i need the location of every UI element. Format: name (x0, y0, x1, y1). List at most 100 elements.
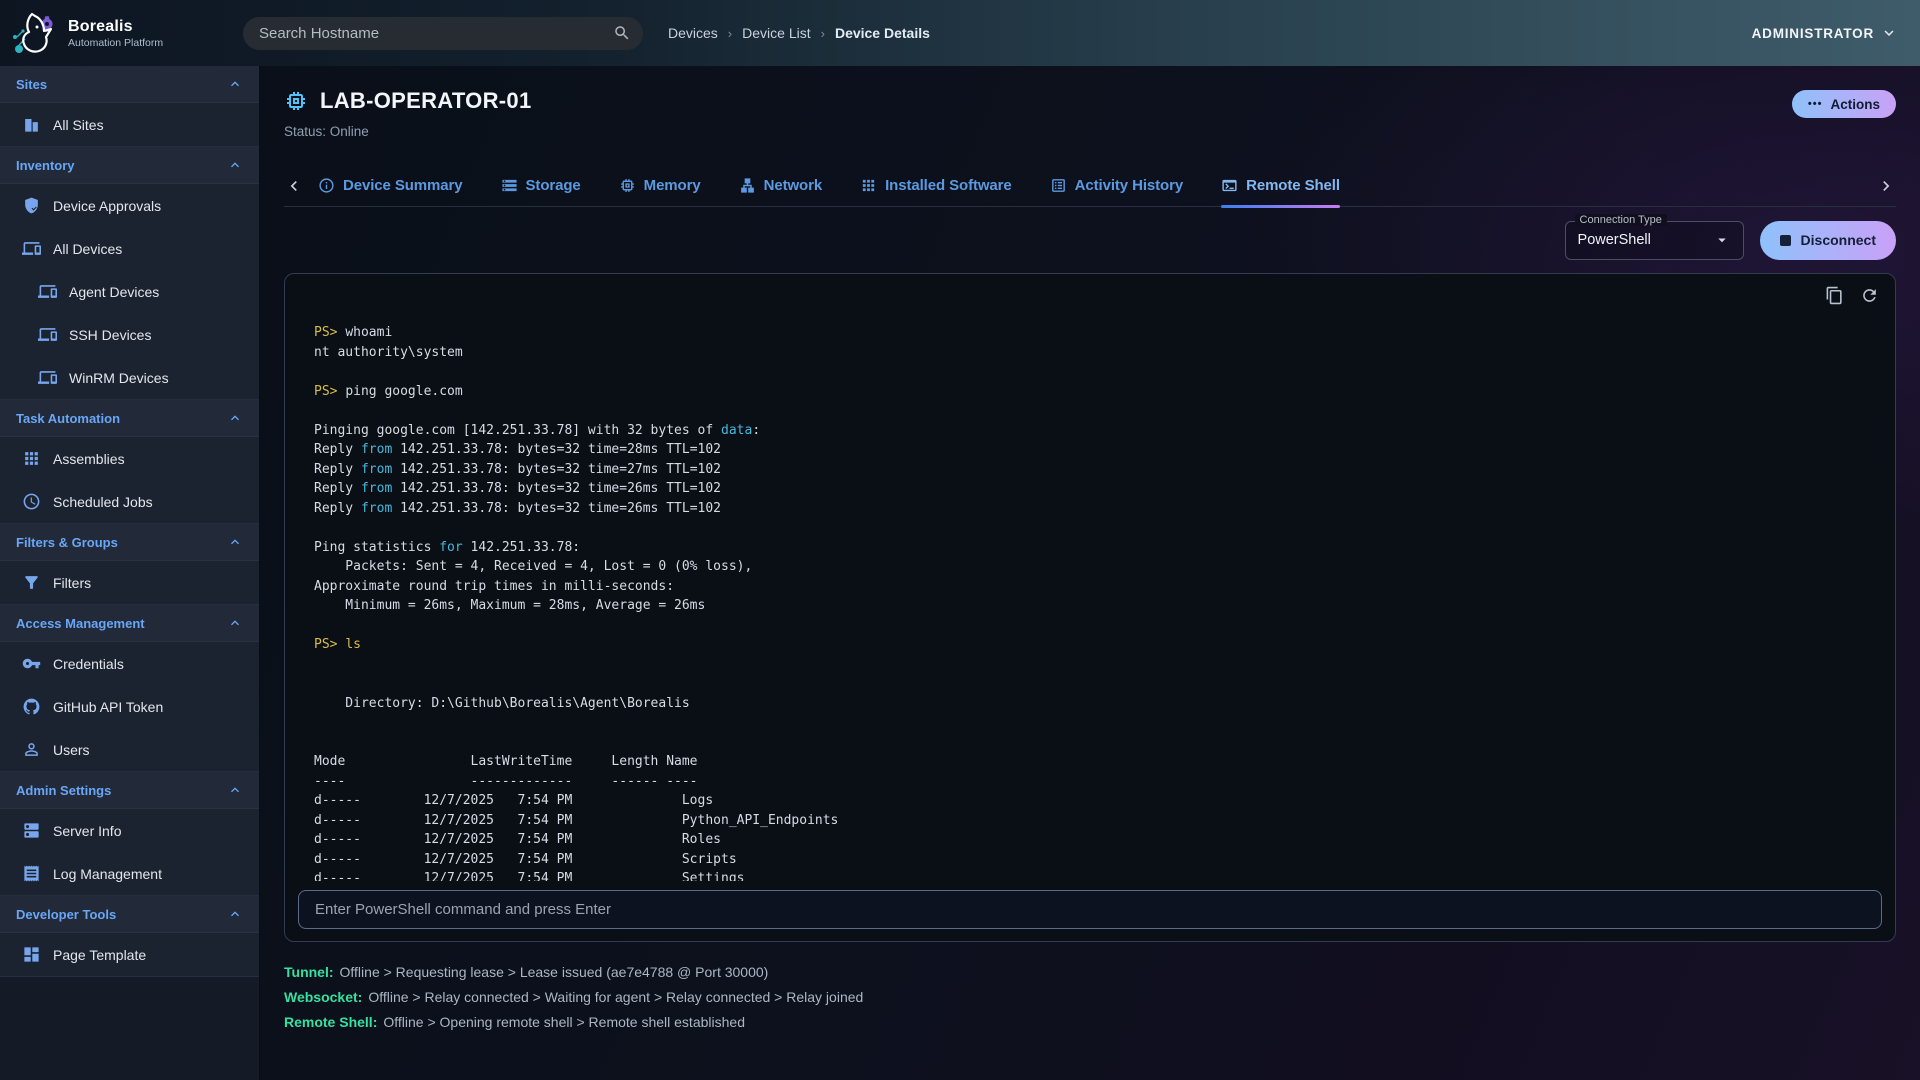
top-header: Borealis Automation Platform Devices › Dev… (0, 0, 1920, 66)
terminal-line: Reply from 142.251.33.78: bytes=32 time=… (314, 460, 1866, 480)
terminal-line: PS> ls (314, 635, 1866, 655)
sidebar-item-all-devices[interactable]: All Devices (0, 227, 259, 270)
github-icon (22, 697, 41, 716)
tab-installed-software[interactable]: Installed Software (860, 165, 1012, 207)
sidebar-item-scheduled-jobs[interactable]: Scheduled Jobs (0, 480, 259, 523)
chevron-up-icon (227, 782, 243, 798)
status-line-tunnel-: Tunnel:Offline > Requesting lease > Leas… (284, 964, 1896, 980)
terminal-line: d----- 12/7/2025 7:54 PM Scripts (314, 850, 1866, 870)
sidebar-item-server-info[interactable]: Server Info (0, 809, 259, 852)
disconnect-button[interactable]: Disconnect (1760, 221, 1896, 260)
sidebar-item-label: Assemblies (53, 451, 125, 467)
device-name: LAB-OPERATOR-01 (320, 88, 531, 114)
refresh-icon[interactable] (1860, 286, 1879, 305)
tab-label: Network (764, 177, 822, 194)
terminal-line (314, 362, 1866, 382)
breadcrumb-item[interactable]: Device List (742, 25, 810, 41)
terminal-line (314, 655, 1866, 675)
actions-button[interactable]: ••• Actions (1792, 90, 1896, 118)
sidebar-item-ssh-devices[interactable]: SSH Devices (0, 313, 259, 356)
sidebar: Sites All Sites Inventory Device Approvals A… (0, 66, 260, 1080)
filter-icon (22, 573, 41, 592)
sidebar-item-label: SSH Devices (69, 327, 151, 343)
section-label: Access Management (16, 616, 145, 631)
terminal-line: d----- 12/7/2025 7:54 PM Logs (314, 791, 1866, 811)
terminal-line: PS> ping google.com (314, 382, 1866, 402)
connection-row: Connection Type PowerShell Disconnect (284, 220, 1896, 260)
chevron-up-icon (227, 410, 243, 426)
terminal-line: d----- 12/7/2025 7:54 PM Roles (314, 830, 1866, 850)
sidebar-item-page-template[interactable]: Page Template (0, 933, 259, 976)
terminal-line: nt authority\system (314, 343, 1866, 363)
user-icon (22, 740, 41, 759)
listalt-icon (1050, 177, 1067, 194)
sidebar-item-label: All Sites (53, 117, 104, 133)
chevron-up-icon (227, 534, 243, 550)
brand-title: Borealis (68, 18, 163, 36)
breadcrumb-item[interactable]: Device Details (835, 25, 930, 41)
sidebar-item-device-approvals[interactable]: Device Approvals (0, 184, 259, 227)
ellipsis-icon: ••• (1808, 98, 1823, 110)
user-menu[interactable]: ADMINISTRATOR (1752, 24, 1898, 42)
sidebar-item-credentials[interactable]: Credentials (0, 642, 259, 685)
stop-icon (1780, 235, 1791, 246)
brand: Borealis Automation Platform (0, 9, 243, 57)
tab-device-summary[interactable]: Device Summary (318, 165, 463, 207)
storage-icon (501, 177, 518, 194)
status-lines: Tunnel:Offline > Requesting lease > Leas… (284, 964, 1896, 1030)
sidebar-item-label: Scheduled Jobs (53, 494, 153, 510)
sidebar-section-header-admin-settings[interactable]: Admin Settings (0, 772, 259, 809)
breadcrumb: Devices›Device List›Device Details (668, 25, 930, 41)
dashboard-icon (22, 945, 41, 964)
connection-type-select[interactable]: Connection Type PowerShell (1565, 221, 1744, 260)
receipt-icon (22, 864, 41, 883)
copy-icon[interactable] (1825, 286, 1844, 305)
breadcrumb-item[interactable]: Devices (668, 25, 718, 41)
tab-activity-history[interactable]: Activity History (1050, 165, 1183, 207)
status-label: Remote Shell: (284, 1014, 377, 1030)
command-input[interactable] (298, 890, 1882, 929)
section-label: Inventory (16, 158, 75, 173)
tab-label: Device Summary (343, 177, 463, 194)
apps-icon (22, 449, 41, 468)
terminal-line: PS> whoami (314, 323, 1866, 343)
sidebar-item-label: WinRM Devices (69, 370, 169, 386)
key-icon (22, 654, 41, 673)
sidebar-section-header-access-management[interactable]: Access Management (0, 605, 259, 642)
tab-memory[interactable]: Memory (619, 165, 701, 207)
terminal-line: Minimum = 26ms, Maximum = 28ms, Average … (314, 596, 1866, 616)
sidebar-item-log-management[interactable]: Log Management (0, 852, 259, 895)
sidebar-section-header-inventory[interactable]: Inventory (0, 147, 259, 184)
sidebar-section-header-filters-groups[interactable]: Filters & Groups (0, 524, 259, 561)
dns-icon (22, 821, 41, 840)
tab-network[interactable]: Network (739, 165, 822, 207)
sidebar-item-winrm-devices[interactable]: WinRM Devices (0, 356, 259, 399)
sidebar-item-label: Page Template (53, 947, 146, 963)
tab-label: Installed Software (885, 177, 1012, 194)
hostname-search[interactable] (243, 17, 643, 50)
terminal-line: Mode LastWriteTime Length Name (314, 752, 1866, 772)
sidebar-item-assemblies[interactable]: Assemblies (0, 437, 259, 480)
sidebar-section-header-developer-tools[interactable]: Developer Tools (0, 896, 259, 933)
sidebar-section-header-sites[interactable]: Sites (0, 66, 259, 103)
search-input[interactable] (259, 25, 613, 42)
section-label: Filters & Groups (16, 535, 118, 550)
sidebar-item-agent-devices[interactable]: Agent Devices (0, 270, 259, 313)
sidebar-item-users[interactable]: Users (0, 728, 259, 771)
status-label: Websocket: (284, 989, 362, 1005)
status-label: Tunnel: (284, 964, 334, 980)
sidebar-item-label: Device Approvals (53, 198, 161, 214)
sidebar-item-filters[interactable]: Filters (0, 561, 259, 604)
sidebar-item-all-sites[interactable]: All Sites (0, 103, 259, 146)
breadcrumb-separator-icon: › (821, 26, 825, 41)
tabs-scroll-right-button[interactable] (1862, 176, 1896, 196)
tab-storage[interactable]: Storage (501, 165, 581, 207)
sidebar-item-github-api-token[interactable]: GitHub API Token (0, 685, 259, 728)
devices-icon (22, 239, 41, 258)
lan-icon (739, 177, 756, 194)
sidebar-item-label: Server Info (53, 823, 121, 839)
sidebar-section-header-task-automation[interactable]: Task Automation (0, 400, 259, 437)
status-line-remote-shell-: Remote Shell:Offline > Opening remote sh… (284, 1014, 1896, 1030)
tab-remote-shell[interactable]: Remote Shell (1221, 165, 1340, 207)
tabs-scroll-left-button[interactable] (284, 176, 318, 196)
